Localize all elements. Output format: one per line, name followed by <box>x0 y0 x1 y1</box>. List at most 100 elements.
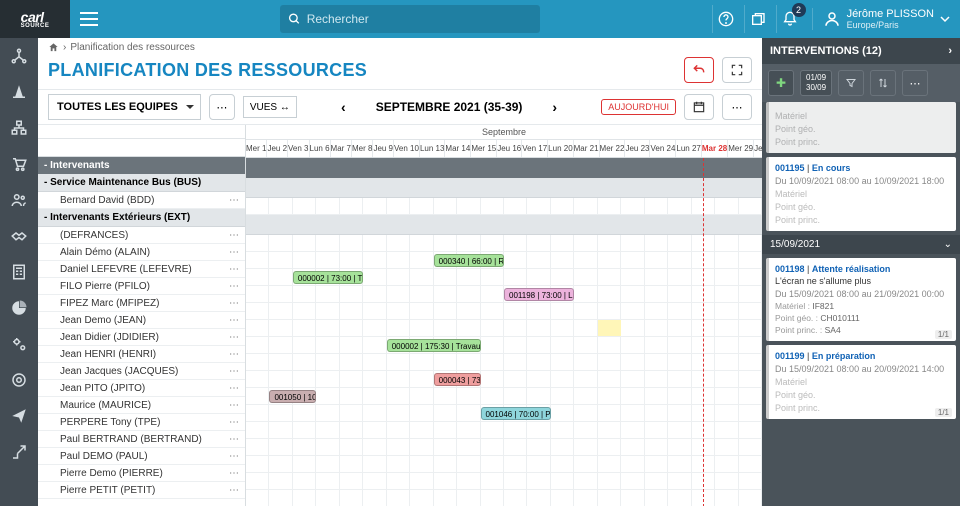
nav-piechart-icon[interactable] <box>0 290 38 326</box>
resource-more[interactable]: ⋯ <box>229 264 239 275</box>
period-next[interactable]: › <box>552 99 557 115</box>
resource-row[interactable]: Paul BERTRAND (BERTRAND)⋯ <box>38 431 245 448</box>
notif-badge: 2 <box>792 3 806 17</box>
resource-row[interactable]: Paul DEMO (PAUL)⋯ <box>38 448 245 465</box>
resource-row[interactable]: Pierre PETIT (PETIT)⋯ <box>38 482 245 499</box>
resource-more[interactable]: ⋯ <box>229 366 239 377</box>
resource-row[interactable]: Daniel LEFEVRE (LEFEVRE)⋯ <box>38 261 245 278</box>
logo: carlSOURCE <box>0 0 70 38</box>
fullscreen-button[interactable] <box>722 57 752 83</box>
help-icon[interactable] <box>712 5 740 33</box>
rpanel-more[interactable]: ⋯ <box>902 70 928 96</box>
resource-more[interactable]: ⋯ <box>229 195 239 206</box>
resource-row[interactable]: Jean PITO (JPITO)⋯ <box>38 380 245 397</box>
resource-row[interactable]: PERPERE Tony (TPE)⋯ <box>38 414 245 431</box>
team-more-button[interactable]: ⋯ <box>209 94 235 120</box>
nav-touch-icon[interactable] <box>0 362 38 398</box>
resource-row[interactable]: (DEFRANCES)⋯ <box>38 227 245 244</box>
nav-org-icon[interactable] <box>0 110 38 146</box>
nav-cone-icon[interactable] <box>0 74 38 110</box>
period-prev[interactable]: ‹ <box>341 99 346 115</box>
intervention-card[interactable]: 001198 | Attente réalisationL'écran ne s… <box>766 258 956 341</box>
rpanel-daterange[interactable]: 01/0930/09 <box>800 70 832 96</box>
group-intervenants[interactable]: - Intervenants <box>38 157 245 174</box>
rpanel-add[interactable]: ✚ <box>768 70 794 96</box>
rpanel-title: INTERVENTIONS (12) <box>770 45 882 57</box>
gantt-task[interactable]: 001198 | 73:00 | L'écr <box>504 288 574 301</box>
resource-more[interactable]: ⋯ <box>229 485 239 496</box>
views-button[interactable]: VUES ↔ <box>243 96 297 118</box>
resource-more[interactable]: ⋯ <box>229 281 239 292</box>
rpanel-sort[interactable] <box>870 70 896 96</box>
rpanel-filter[interactable] <box>838 70 864 96</box>
subgroup-bus[interactable]: - Service Maintenance Bus (BUS) <box>38 174 245 192</box>
resource-more[interactable]: ⋯ <box>229 349 239 360</box>
nav-send-icon[interactable] <box>0 398 38 434</box>
side-nav <box>0 38 38 506</box>
resource-more[interactable]: ⋯ <box>229 298 239 309</box>
team-select[interactable]: TOUTES LES EQUIPES <box>48 94 201 120</box>
resource-more[interactable]: ⋯ <box>229 451 239 462</box>
rpanel-collapse[interactable]: › <box>948 45 952 57</box>
resource-row[interactable]: FIPEZ Marc (MFIPEZ)⋯ <box>38 295 245 312</box>
bell-icon[interactable]: 2 <box>776 5 804 33</box>
resource-row[interactable]: Pierre Demo (PIERRE)⋯ <box>38 465 245 482</box>
intervention-card[interactable]: 001195 | En coursDu 10/09/2021 08:00 au … <box>766 157 956 231</box>
menu-toggle[interactable] <box>70 12 108 26</box>
breadcrumb: › Planification des ressources <box>38 38 762 57</box>
resource-more[interactable]: ⋯ <box>229 383 239 394</box>
toolbar-more-button[interactable]: ⋯ <box>722 94 752 120</box>
card-id[interactable]: 001199 <box>775 351 805 361</box>
nav-network-icon[interactable] <box>0 38 38 74</box>
resource-more[interactable]: ⋯ <box>229 315 239 326</box>
resource-row[interactable]: Jean Demo (JEAN)⋯ <box>38 312 245 329</box>
card-id[interactable]: 001195 <box>775 163 805 173</box>
nav-exit-icon[interactable] <box>0 434 38 470</box>
gantt-task[interactable]: 000043 | 73:30 | Bruit <box>434 373 481 386</box>
nav-gears-icon[interactable] <box>0 326 38 362</box>
resource-more[interactable]: ⋯ <box>229 468 239 479</box>
gantt-task[interactable]: 000002 | 73:00 | Trava <box>293 271 363 284</box>
search-box[interactable] <box>280 5 540 33</box>
resource-more[interactable]: ⋯ <box>229 400 239 411</box>
resource-more[interactable]: ⋯ <box>229 434 239 445</box>
resource-row[interactable]: Alain Démo (ALAIN)⋯ <box>38 244 245 261</box>
resource-row[interactable]: Maurice (MAURICE)⋯ <box>38 397 245 414</box>
gantt-task[interactable]: 000340 | 66:00 | Re <box>434 254 504 267</box>
home-icon[interactable] <box>48 42 59 53</box>
date-section[interactable]: 15/09/2021⌄ <box>762 235 960 254</box>
sub-period: Septembre <box>246 125 762 140</box>
nav-cart-icon[interactable] <box>0 146 38 182</box>
day-header-cell: Lun 20 <box>548 140 573 157</box>
resource-more[interactable]: ⋯ <box>229 332 239 343</box>
calendar-button[interactable] <box>684 94 714 120</box>
nav-calc-icon[interactable] <box>0 254 38 290</box>
intervention-card[interactable]: 001199 | En préparationDu 15/09/2021 08:… <box>766 345 956 419</box>
user-menu[interactable]: Jérôme PLISSON Europe/Paris <box>812 8 960 30</box>
resource-row[interactable]: Jean Jacques (JACQUES)⋯ <box>38 363 245 380</box>
gantt-task[interactable]: 001046 | 70:00 | Pré <box>481 407 551 420</box>
day-header-cell: Ven 24 <box>650 140 676 157</box>
nav-people-icon[interactable] <box>0 182 38 218</box>
resource-row[interactable]: Jean Didier (JDIDIER)⋯ <box>38 329 245 346</box>
user-tz: Europe/Paris <box>847 20 934 30</box>
gantt-task[interactable]: 001050 | 109:00 | <box>269 390 316 403</box>
day-header-cell: Mer 15 <box>471 140 497 157</box>
resource-row[interactable]: Bernard David (BDD)⋯ <box>38 192 245 209</box>
user-name: Jérôme PLISSON <box>847 8 934 20</box>
resource-more[interactable]: ⋯ <box>229 247 239 258</box>
nav-handshake-icon[interactable] <box>0 218 38 254</box>
search-input[interactable] <box>307 12 532 26</box>
resource-more[interactable]: ⋯ <box>229 230 239 241</box>
subgroup-ext[interactable]: - Intervenants Extérieurs (EXT) <box>38 209 245 227</box>
resource-row[interactable]: FILO Pierre (PFILO)⋯ <box>38 278 245 295</box>
gantt-task[interactable]: 000002 | 175:30 | Travaux électricité <box>387 339 481 352</box>
day-header-cell: Mer 29 <box>728 140 754 157</box>
day-header-cell: Mar 28 <box>702 140 728 157</box>
resource-row[interactable]: Jean HENRI (HENRI)⋯ <box>38 346 245 363</box>
resource-more[interactable]: ⋯ <box>229 417 239 428</box>
undo-button[interactable] <box>684 57 714 83</box>
card-id[interactable]: 001198 <box>775 264 805 274</box>
windows-icon[interactable] <box>744 5 772 33</box>
today-button[interactable]: AUJOURD'HUI <box>601 99 676 115</box>
